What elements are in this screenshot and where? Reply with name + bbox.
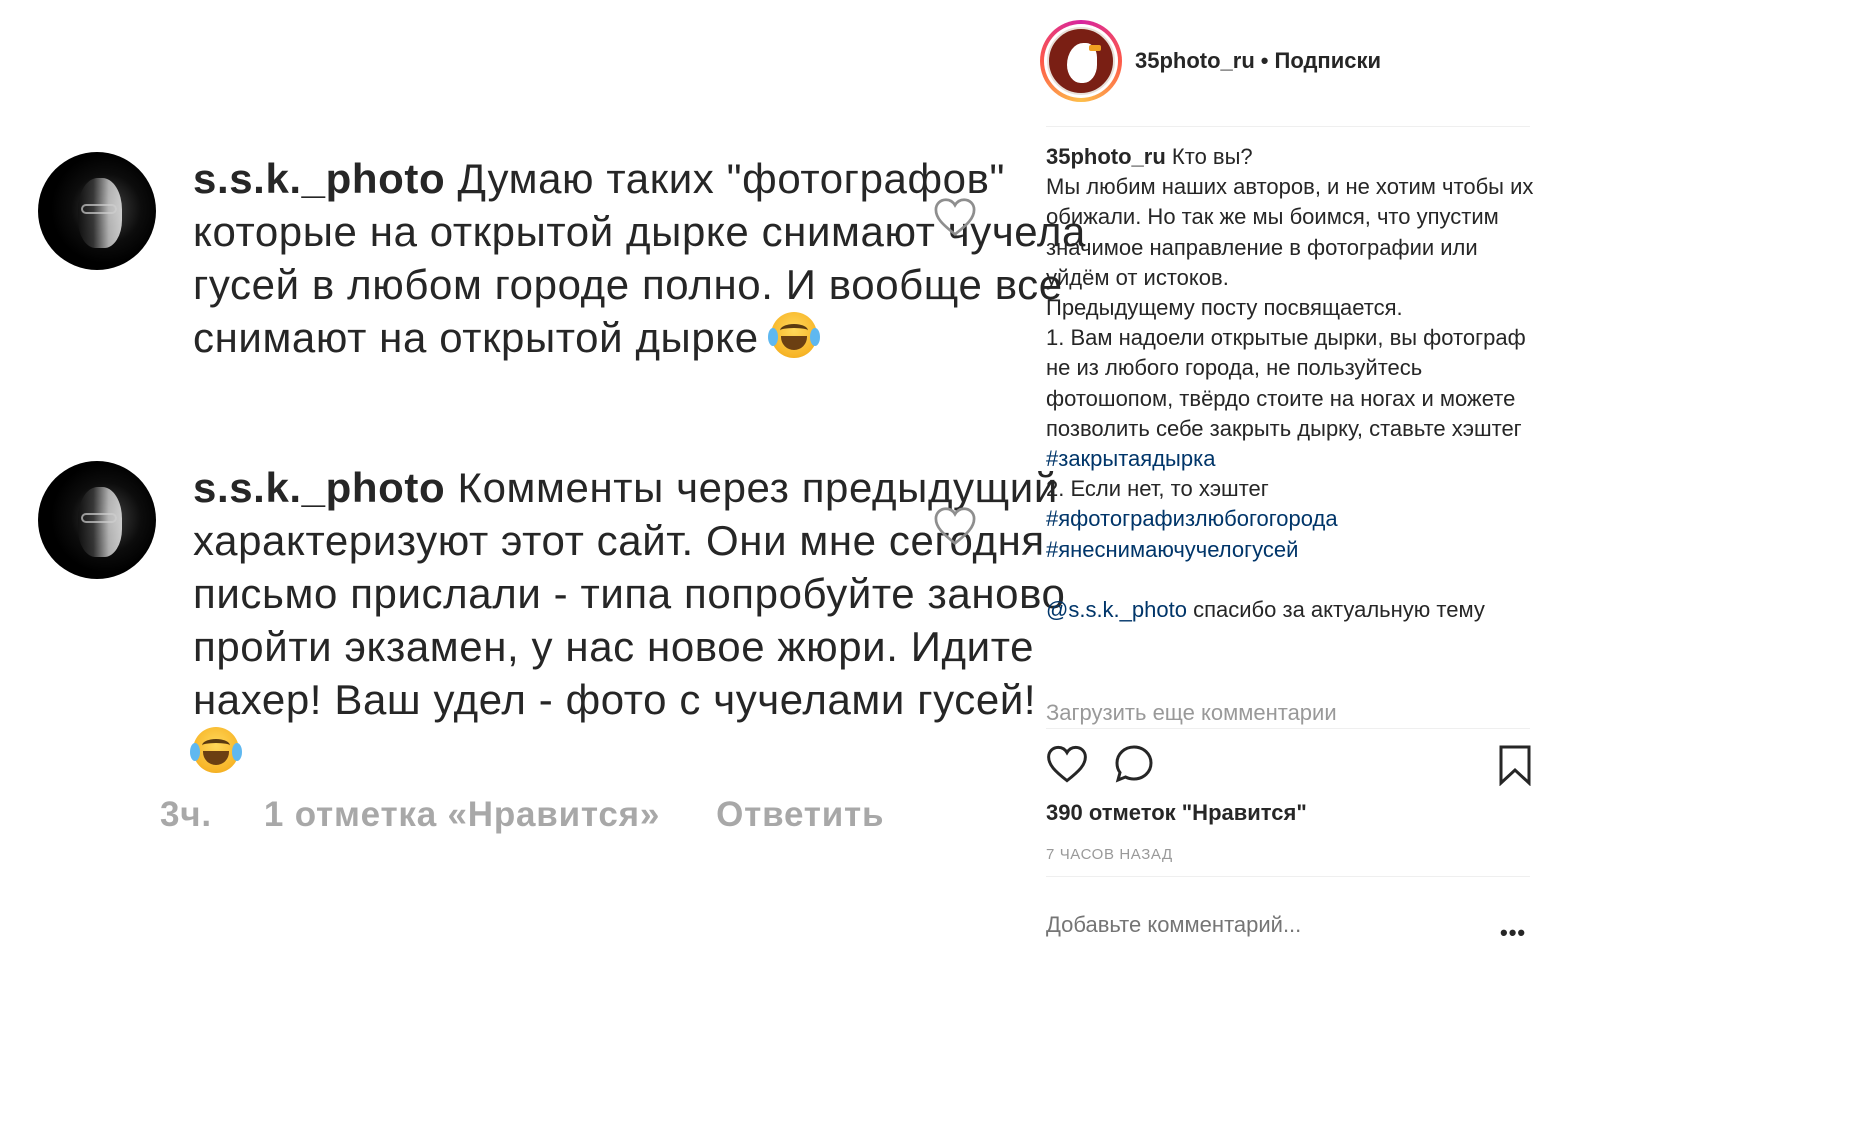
mention-comment-text: спасибо за актуальную тему	[1193, 596, 1485, 622]
post-time-ago: 7 ЧАСОВ НАЗАД	[1046, 846, 1173, 863]
tears-of-joy-emoji-icon	[190, 727, 242, 773]
comment-bubble-icon[interactable]	[1114, 744, 1154, 784]
actions-divider	[1046, 728, 1530, 729]
header-divider	[1046, 126, 1530, 127]
post-caption: 35photo_ru Кто вы? Мы любим наших авторо…	[1046, 142, 1536, 625]
separator-dot: •	[1260, 48, 1269, 73]
commenter-avatar[interactable]	[38, 461, 156, 579]
comment-likes-count[interactable]: 1 отметка «Нравится»	[264, 795, 660, 835]
following-button[interactable]: Подписки	[1275, 48, 1382, 73]
commenter-avatar[interactable]	[38, 152, 156, 270]
load-more-comments-link[interactable]: Загрузить еще комментарии	[1046, 700, 1337, 726]
header-account-line: 35photo_ru • Подписки	[1135, 48, 1381, 74]
comment-time: 3ч.	[160, 795, 212, 834]
post-likes-count[interactable]: 390 отметок "Нравится"	[1046, 800, 1307, 826]
comments-zoom-panel: s.s.k._photo Думаю таких "фотографов" ко…	[0, 0, 1215, 1144]
more-options-icon[interactable]: •••	[1500, 920, 1526, 946]
hashtag-link[interactable]: #янеснимаючучелогусей	[1046, 537, 1298, 562]
action-bar	[1046, 744, 1536, 788]
bookmark-icon[interactable]	[1498, 744, 1532, 786]
post-sidebar: 35photo_ru • Подписки 35photo_ru Кто вы? М…	[1040, 0, 1540, 1144]
like-heart-icon[interactable]	[1046, 744, 1088, 784]
like-comment-heart-icon[interactable]	[933, 197, 977, 237]
add-comment-input[interactable]	[1046, 912, 1466, 938]
goose-logo-icon	[1047, 27, 1115, 95]
tears-of-joy-emoji-icon	[767, 312, 820, 358]
comment-box-divider	[1046, 876, 1530, 877]
caption-line: Предыдущему посту посвящается.	[1046, 295, 1403, 321]
caption-line: Кто вы?	[1171, 144, 1253, 169]
caption-username[interactable]: 35photo_ru	[1046, 144, 1166, 169]
caption-line: Мы любим наших авторов, и не хотим чтобы…	[1046, 174, 1534, 290]
hashtag-link[interactable]: #яфотографизлюбогогорода	[1046, 506, 1338, 531]
like-comment-heart-icon[interactable]	[933, 506, 977, 546]
hashtag-link[interactable]: #закрытаядырка	[1046, 446, 1215, 471]
mention-link[interactable]: @s.s.k._photo	[1046, 597, 1187, 622]
account-avatar[interactable]	[1040, 20, 1122, 102]
comment-username[interactable]: s.s.k._photo	[193, 155, 445, 202]
post-header: 35photo_ru • Подписки	[1040, 20, 1540, 106]
reply-button[interactable]: Ответить	[716, 795, 884, 835]
account-name[interactable]: 35photo_ru	[1135, 48, 1255, 73]
comment-2: s.s.k._photo Комменты через предыдущий х…	[38, 461, 1138, 801]
comment-username[interactable]: s.s.k._photo	[193, 464, 445, 511]
comment-meta-row: 3ч. 1 отметка «Нравится» Ответить	[160, 795, 884, 835]
caption-line: 1. Вам надоели открытые дырки, вы фотогр…	[1046, 325, 1526, 441]
comment-1: s.s.k._photo Думаю таких "фотографов" ко…	[38, 152, 1138, 452]
comment-body: s.s.k._photo Думаю таких "фотографов" ко…	[193, 152, 1093, 364]
caption-line: 2. Если нет, то хэштег	[1046, 476, 1269, 502]
